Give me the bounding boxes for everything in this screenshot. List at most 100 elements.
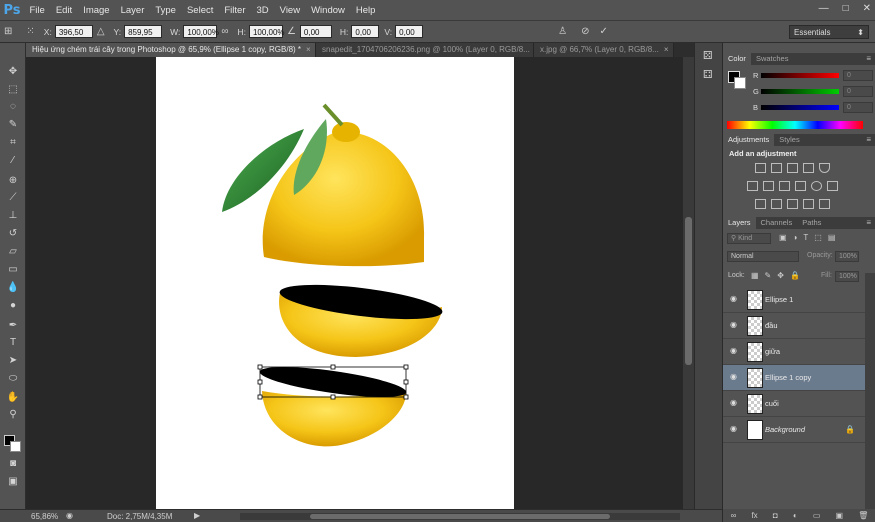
threshold-icon[interactable] — [787, 199, 798, 209]
close-tab-icon[interactable]: × — [306, 45, 311, 54]
menu-3d[interactable]: 3D — [251, 0, 274, 21]
hand-tool-icon[interactable]: ✋ — [5, 391, 21, 405]
workspace-select[interactable]: Essentials ⬍ — [789, 25, 869, 39]
crop-tool-icon[interactable]: ⌗ — [5, 136, 21, 150]
type-tool-icon[interactable]: T — [5, 336, 21, 350]
layers-scrollbar[interactable] — [865, 273, 875, 509]
lasso-tool-icon[interactable]: ◌ — [5, 100, 21, 114]
angle-field[interactable]: 0,00 — [299, 25, 332, 38]
tab-swatches[interactable]: Swatches — [751, 53, 794, 65]
eye-icon[interactable]: ◉ — [730, 347, 740, 355]
canvas-area[interactable] — [26, 57, 683, 509]
eyedropper-tool-icon[interactable]: ⁄ — [5, 154, 21, 168]
close-button[interactable]: ✕ — [863, 3, 871, 14]
tab-styles[interactable]: Styles — [774, 134, 804, 146]
tab-document-3[interactable]: x.jpg @ 66,7% (Layer 0, RGB/8... × — [534, 43, 674, 57]
eraser-tool-icon[interactable]: ▱ — [5, 245, 21, 259]
blue-slider[interactable]: B 0 — [741, 102, 875, 113]
fill-field[interactable]: 100% — [835, 271, 859, 282]
tab-color[interactable]: Color — [723, 53, 751, 65]
cancel-transform-icon[interactable]: ⊘ — [581, 26, 589, 37]
reference-point-icon[interactable]: ⁙ — [26, 26, 34, 37]
menu-layer[interactable]: Layer — [115, 0, 150, 21]
delta-icon[interactable]: △ — [97, 26, 105, 37]
y-field[interactable]: 859,95 px — [124, 25, 163, 50]
brush-tool-icon[interactable]: ⟋ — [5, 191, 21, 205]
move-tool-icon[interactable]: ✥ — [5, 65, 21, 79]
layer-row[interactable]: ◉ giữa — [723, 339, 865, 365]
path-selection-tool-icon[interactable]: ➤ — [5, 354, 21, 368]
layer-filter-kind[interactable]: ⚲ Kind — [727, 233, 771, 244]
menu-view[interactable]: View — [274, 0, 305, 21]
background-color-swatch[interactable] — [10, 441, 21, 452]
hskew-field[interactable]: 0,00 — [351, 25, 380, 38]
red-gradient[interactable] — [761, 73, 839, 78]
color-lookup-icon[interactable] — [827, 181, 838, 191]
menu-help[interactable]: Help — [350, 0, 381, 21]
history-panel-icon[interactable]: ⚄ — [703, 49, 713, 62]
color-spectrum-ramp[interactable] — [727, 121, 863, 129]
red-slider[interactable]: R 0 — [741, 70, 875, 81]
zoom-level[interactable]: 65,86% — [31, 512, 58, 521]
menu-edit[interactable]: Edit — [50, 0, 77, 21]
menu-image[interactable]: Image — [78, 0, 115, 21]
link-icon[interactable]: ∞ — [221, 26, 228, 37]
history-brush-tool-icon[interactable]: ↺ — [5, 227, 21, 241]
new-group-icon[interactable]: ▭ — [813, 511, 821, 520]
opacity-field[interactable]: 100% — [835, 251, 859, 262]
dodge-tool-icon[interactable]: ● — [5, 299, 21, 313]
curves-icon[interactable] — [787, 163, 798, 173]
add-mask-icon[interactable]: ◘ — [773, 511, 778, 520]
invert-icon[interactable] — [755, 199, 766, 209]
play-arrow-icon[interactable]: ▶ — [194, 511, 200, 520]
tab-document-2[interactable]: snapedit_1704706206236.png @ 100% (Layer… — [316, 43, 534, 57]
tab-adjustments[interactable]: Adjustments — [723, 134, 775, 146]
panel-menu-icon[interactable]: ≡ — [866, 134, 871, 146]
width-field[interactable]: 100,00% — [183, 25, 219, 38]
tab-document-1[interactable]: Hiệu ứng chém trái cây trong Photoshop @… — [26, 43, 316, 57]
gradient-tool-icon[interactable]: ▭ — [5, 263, 21, 277]
delete-layer-icon[interactable]: 🗑 — [858, 511, 868, 520]
photo-filter-icon[interactable] — [795, 181, 806, 191]
clone-stamp-tool-icon[interactable]: ⊥ — [5, 209, 21, 223]
menu-filter[interactable]: Filter — [219, 0, 251, 21]
eye-icon[interactable]: ◉ — [730, 373, 740, 381]
vibrance-icon[interactable] — [819, 163, 830, 173]
actions-panel-icon[interactable]: ⚃ — [703, 68, 713, 81]
layer-row-selected[interactable]: ◉ Ellipse 1 copy — [723, 365, 865, 391]
blue-value[interactable]: 0 — [843, 102, 873, 113]
quick-selection-tool-icon[interactable]: ✎ — [5, 118, 21, 132]
new-layer-icon[interactable]: ▣ — [836, 511, 844, 520]
scroll-thumb[interactable] — [310, 514, 610, 519]
blend-mode-select[interactable]: Normal — [727, 251, 799, 262]
layer-filter-icons[interactable]: ▣◑T⬚▤ — [779, 233, 841, 242]
menu-file[interactable]: File — [24, 0, 50, 21]
panel-menu-icon[interactable]: ≡ — [866, 53, 871, 65]
red-value[interactable]: 0 — [843, 70, 873, 81]
layer-row[interactable]: ◉ đầu — [723, 313, 865, 339]
move-tool-preset-icon[interactable]: ⊞ — [4, 26, 12, 37]
lock-icons[interactable]: ▦✎✥🔒 — [751, 271, 806, 280]
x-field[interactable]: 396,50 px — [54, 25, 93, 50]
green-value[interactable]: 0 — [843, 86, 873, 97]
menu-select[interactable]: Select — [181, 0, 218, 21]
new-adjustment-icon[interactable]: ◐ — [793, 511, 798, 520]
vertical-scrollbar[interactable] — [683, 57, 694, 509]
shape-tool-icon[interactable]: ⬭ — [5, 372, 21, 386]
eye-icon[interactable]: ◉ — [730, 425, 740, 433]
color-balance-icon[interactable] — [763, 181, 774, 191]
panel-menu-icon[interactable]: ≡ — [866, 217, 871, 229]
screen-mode-icon[interactable]: ▣ — [5, 475, 21, 489]
green-gradient[interactable] — [761, 89, 839, 94]
eye-icon[interactable]: ◉ — [730, 399, 740, 407]
height-field[interactable]: 100,00% — [248, 25, 285, 38]
layer-row[interactable]: ◉ cuối — [723, 391, 865, 417]
gradient-map-icon[interactable] — [819, 199, 830, 209]
share-icon[interactable]: ◉ — [66, 511, 73, 520]
quick-mask-icon[interactable]: ◙ — [5, 457, 21, 471]
warp-mode-icon[interactable]: ♙ — [558, 26, 567, 37]
layer-row[interactable]: ◉ Background 🔒 — [723, 417, 865, 443]
horizontal-scrollbar[interactable] — [240, 513, 680, 520]
scroll-thumb[interactable] — [685, 217, 692, 365]
blur-tool-icon[interactable]: 💧 — [5, 281, 21, 295]
